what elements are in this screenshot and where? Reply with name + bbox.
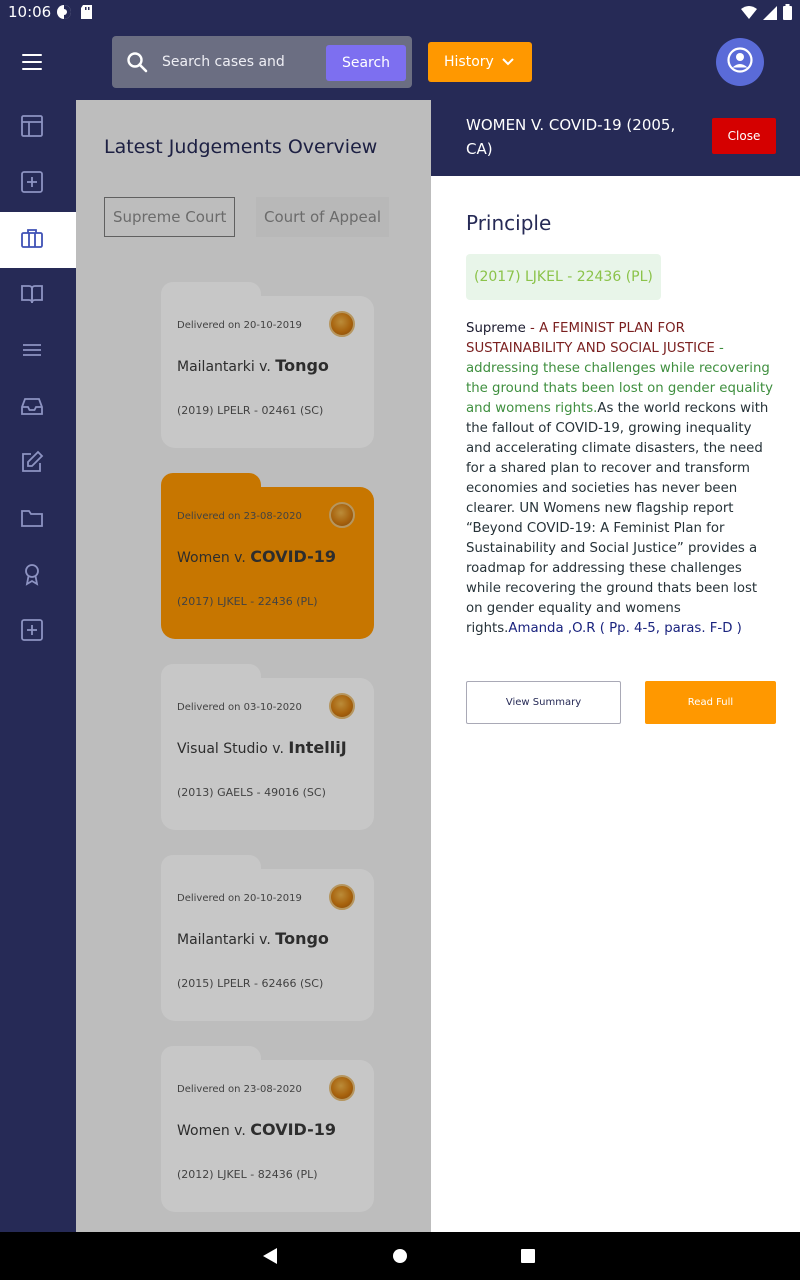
sidebar-item-edit[interactable]	[0, 436, 76, 492]
folder-icon	[20, 506, 44, 534]
sidebar-item-add[interactable]	[0, 156, 76, 212]
section-heading: Principle	[466, 211, 552, 235]
history-label: History	[444, 54, 494, 70]
home-icon[interactable]	[392, 1248, 408, 1268]
sidebar-item-library[interactable]	[0, 268, 76, 324]
citation-badge: (2017) LJKEL - 22436 (PL)	[466, 254, 661, 300]
panel-header: WOMEN V. COVID-19 (2005, CA) Close	[431, 100, 800, 176]
signal-icon	[763, 5, 777, 24]
principle-text: Supreme - A FEMINIST PLAN FOR SUSTAINABI…	[466, 321, 773, 636]
modal-backdrop[interactable]	[76, 100, 431, 1232]
award-icon	[20, 562, 44, 590]
data-saver-icon	[56, 4, 72, 24]
search-button[interactable]: Search	[326, 45, 406, 81]
add-box-icon	[20, 170, 44, 198]
principle-author: Amanda ,O.R ( Pp. 4-5, paras. F-D )	[508, 621, 742, 636]
wifi-icon	[741, 5, 757, 24]
principle-body: As the world reckons with the fallout of…	[466, 401, 769, 636]
battery-icon	[783, 4, 792, 24]
sidebar-item-dashboard[interactable]	[0, 100, 76, 156]
case-title: WOMEN V. COVID-19 (2005, CA)	[466, 116, 676, 158]
book-icon	[20, 282, 44, 310]
add-box-icon	[20, 618, 44, 646]
sidebar-item-list[interactable]	[0, 324, 76, 380]
list-icon	[20, 338, 44, 366]
status-time: 10:06	[8, 3, 52, 21]
inbox-icon	[20, 394, 44, 422]
edit-icon	[20, 450, 44, 478]
sidebar-item-add-2[interactable]	[0, 604, 76, 660]
sd-card-icon	[80, 4, 94, 24]
view-summary-button[interactable]: View Summary	[466, 681, 621, 724]
sidebar-item-awards[interactable]	[0, 548, 76, 604]
sidebar-nav	[0, 100, 76, 1232]
back-icon[interactable]	[262, 1248, 278, 1268]
sidebar-item-cases[interactable]	[0, 212, 76, 268]
case-detail-panel: WOMEN V. COVID-19 (2005, CA) Close Princ…	[431, 100, 800, 1232]
search-input[interactable]	[162, 48, 332, 76]
briefcase-icon	[20, 226, 44, 254]
dashboard-icon	[20, 114, 44, 142]
user-avatar-button[interactable]	[716, 38, 764, 86]
court-name: Supreme	[466, 321, 526, 336]
read-full-button[interactable]: Read Full	[645, 681, 776, 724]
hamburger-menu-icon[interactable]	[22, 54, 42, 70]
system-nav-bar	[0, 1232, 800, 1280]
recents-icon[interactable]	[520, 1248, 536, 1268]
sidebar-item-inbox[interactable]	[0, 380, 76, 436]
history-dropdown-button[interactable]: History	[428, 42, 532, 82]
top-app-bar: Search History	[0, 24, 800, 100]
close-button[interactable]: Close	[712, 118, 776, 154]
search-bar: Search	[112, 36, 412, 88]
sidebar-item-folder[interactable]	[0, 492, 76, 548]
status-bar: 10:06	[0, 0, 800, 24]
search-icon	[126, 51, 148, 77]
account-circle-icon	[727, 47, 753, 77]
chevron-down-icon	[502, 54, 514, 70]
